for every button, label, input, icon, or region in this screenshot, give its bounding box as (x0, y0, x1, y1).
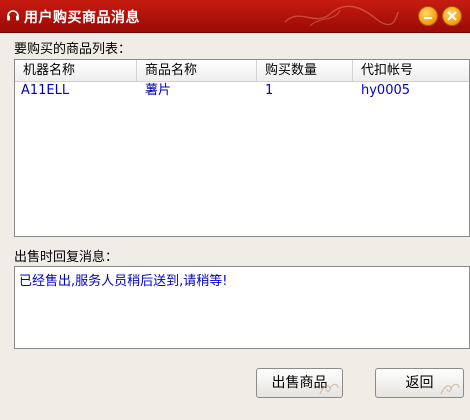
column-header-machine-name[interactable]: 机器名称 (15, 60, 137, 81)
product-list-label: 要购买的商品列表： (14, 42, 132, 57)
cell-deduct-account: hy0005 (361, 83, 411, 98)
back-button-label: 返回 (405, 375, 434, 391)
product-list-header: 机器名称 商品名称 购买数量 代扣帐号 (15, 60, 469, 82)
headset-icon (7, 10, 19, 21)
sell-product-button[interactable]: 出售商品 (256, 368, 343, 398)
cell-product-name: 薯片 (145, 83, 172, 98)
close-icon (447, 11, 457, 21)
cell-machine-name: A11ELL (21, 83, 70, 98)
swirl-decoration-icon (319, 383, 339, 395)
reply-message-label: 出售时回复消息： (14, 250, 119, 265)
window-title: 用户购买商品消息 (24, 10, 140, 26)
product-list[interactable]: 机器名称 商品名称 购买数量 代扣帐号 A11ELL 薯片 1 hy0005 (14, 59, 470, 237)
close-button[interactable] (442, 6, 462, 26)
column-header-quantity[interactable]: 购买数量 (257, 60, 353, 81)
title-bar[interactable]: 用户购买商品消息 (0, 0, 470, 33)
column-header-deduct-account[interactable]: 代扣帐号 (353, 60, 470, 81)
swirl-decoration-icon (440, 383, 460, 395)
minimize-icon (424, 17, 432, 19)
minimize-button[interactable] (418, 6, 438, 26)
purchase-message-window: 用户购买商品消息 要购买的商品列表： 机器名称 商品名称 购买数量 代扣帐号 A… (0, 0, 470, 420)
column-header-product-name[interactable]: 商品名称 (137, 60, 257, 81)
reply-message-field[interactable]: 已经售出,服务人员稍后送到,请稍等! (14, 266, 470, 349)
title-decoration-icon (284, 5, 399, 27)
back-button[interactable]: 返回 (375, 368, 464, 398)
cell-quantity: 1 (265, 83, 274, 98)
